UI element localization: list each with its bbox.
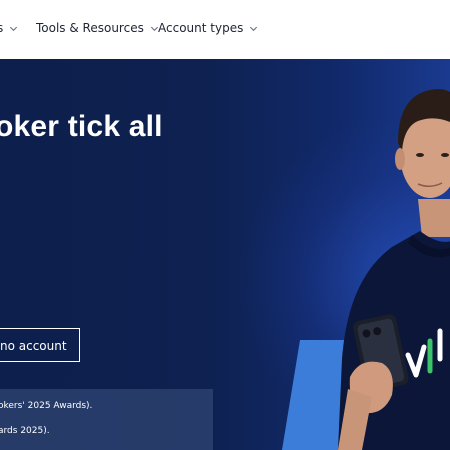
open-demo-account-button[interactable]: no account — [0, 328, 80, 362]
nav-item-tools-resources[interactable]: Tools & Resources — [36, 20, 159, 36]
nav-item-label: Tools & Resources — [36, 21, 144, 35]
nav-item-label: Account types — [158, 21, 244, 35]
chevron-down-icon — [10, 26, 18, 31]
page: s Tools & Resources Account types oker t… — [0, 0, 450, 450]
nav-item-markets[interactable]: s — [0, 20, 18, 36]
hero-section: oker tick all no account okers' 2025 Awa… — [0, 59, 450, 450]
awards-panel: okers' 2025 Awards). ards 2025). — [0, 389, 213, 450]
award-text: okers' 2025 Awards). — [0, 401, 93, 411]
nav-item-label: s — [0, 21, 4, 35]
hero-title: oker tick all — [0, 110, 163, 143]
chevron-down-icon — [250, 26, 258, 31]
nav-item-account-types[interactable]: Account types — [158, 20, 258, 36]
person-neck — [418, 199, 450, 237]
award-text: ards 2025). — [0, 426, 50, 436]
top-nav: s Tools & Resources Account types — [0, 0, 450, 59]
